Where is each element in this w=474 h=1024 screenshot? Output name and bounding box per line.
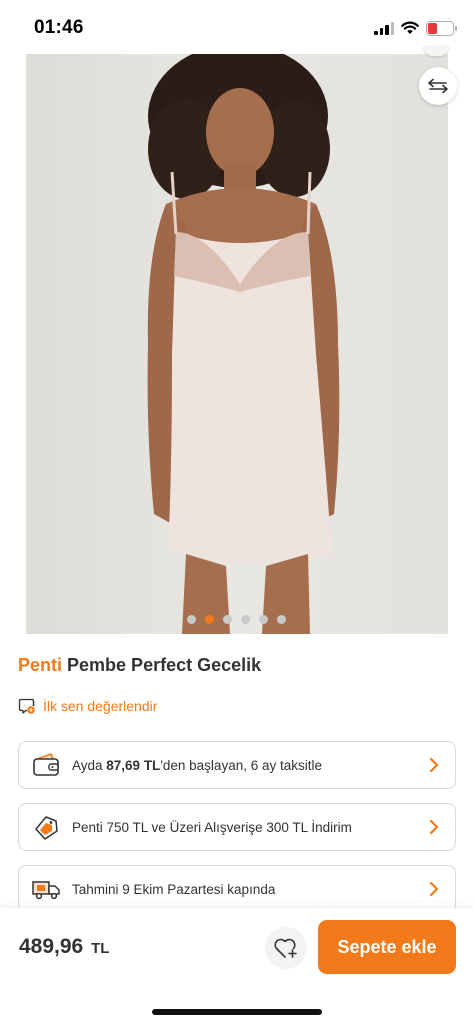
wifi-icon [401, 21, 419, 34]
discount-card[interactable]: Penti 750 TL ve Üzeri Alışverişe 300 TL … [18, 803, 456, 851]
price-currency: TL [91, 940, 110, 957]
heart-plus-icon [274, 938, 297, 958]
discount-text: Penti 750 TL ve Üzeri Alışverişe 300 TL … [72, 819, 352, 835]
chevron-right-icon [425, 881, 443, 897]
cellular-signal-icon [374, 21, 394, 35]
carousel-dot-active[interactable] [205, 615, 214, 624]
product-name: Pembe Perfect Gecelik [67, 655, 262, 675]
installment-text: Ayda 87,69 TL'den başlayan, 6 ay taksitl… [72, 758, 425, 773]
installment-card[interactable]: Ayda 87,69 TL'den başlayan, 6 ay taksitl… [18, 741, 456, 789]
carousel-dots [187, 615, 286, 624]
brand-link[interactable]: Penti [18, 655, 62, 675]
purchase-bar: 489,96 TL Sepete ekle [0, 908, 474, 1024]
discount-tag-icon [31, 812, 61, 842]
battery-icon: 6 [426, 20, 457, 36]
installment-suffix: 'den başlayan, 6 ay taksitle [160, 757, 322, 773]
delivery-truck-icon [31, 874, 61, 904]
product-title: Penti Pembe Perfect Gecelik [18, 655, 261, 676]
status-indicators: 6 [374, 18, 457, 38]
favorite-button[interactable] [265, 927, 307, 969]
carousel-dot[interactable] [259, 615, 268, 624]
delivery-card[interactable]: Tahmini 9 Ekim Pazartesi kapında [18, 865, 456, 913]
chevron-right-icon [425, 819, 443, 835]
carousel-dot[interactable] [241, 615, 250, 624]
compare-button[interactable] [419, 67, 457, 105]
carousel-dot[interactable] [223, 615, 232, 624]
carousel-dot[interactable] [277, 615, 286, 624]
installment-prefix: Ayda [72, 757, 107, 773]
carousel-dot[interactable] [187, 615, 196, 624]
rate-link[interactable]: İlk sen değerlendir [18, 697, 157, 715]
product-photo [147, 54, 340, 634]
battery-level: 6 [436, 21, 444, 34]
rate-link-text: İlk sen değerlendir [43, 698, 158, 714]
wallet-icon [31, 750, 61, 780]
chevron-right-icon [425, 757, 443, 773]
price: 489,96 TL [19, 935, 109, 959]
delivery-text: Tahmini 9 Ekim Pazartesi kapında [72, 881, 276, 897]
add-to-cart-button[interactable]: Sepete ekle [318, 920, 456, 974]
installment-amount: 87,69 TL [106, 757, 161, 773]
status-bar: 01:46 6 [0, 0, 474, 54]
price-value: 489,96 [19, 935, 84, 958]
home-indicator [152, 1009, 322, 1015]
swap-arrows-icon [428, 78, 448, 94]
product-image[interactable] [26, 54, 448, 634]
status-time: 01:46 [34, 17, 84, 38]
review-icon [18, 698, 35, 714]
